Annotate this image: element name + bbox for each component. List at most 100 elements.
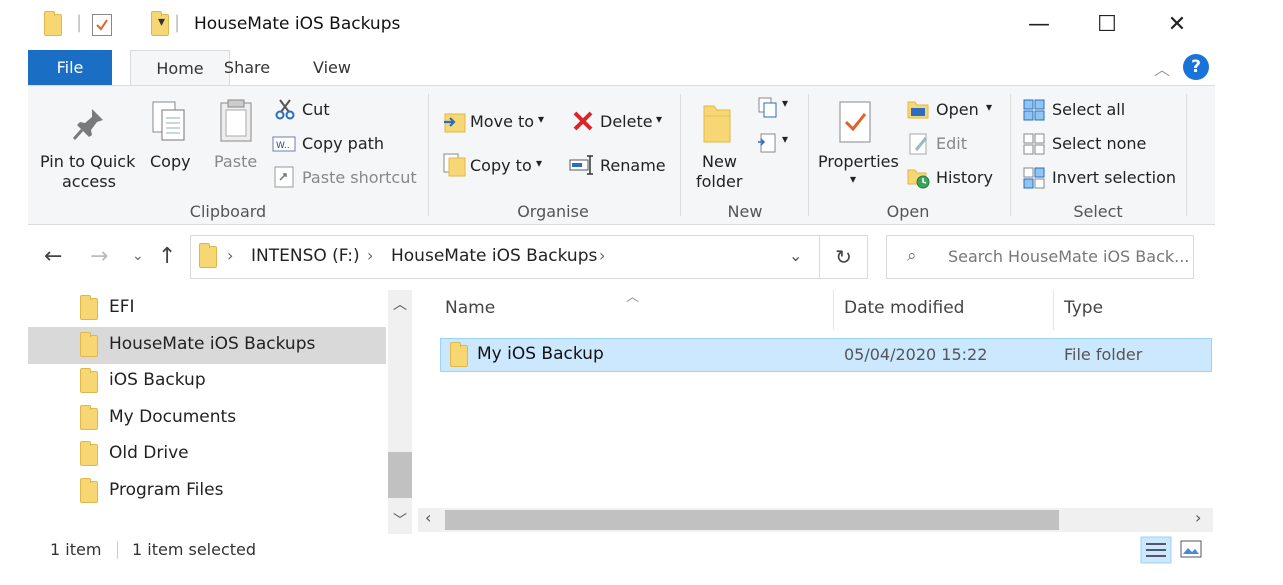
address-history-dropdown-icon[interactable]: ⌄: [789, 246, 802, 265]
nav-item-old-drive[interactable]: Old Drive: [28, 436, 386, 473]
easy-access-icon[interactable]: [756, 132, 780, 156]
copy-to-dropdown-icon[interactable]: ▾: [536, 156, 542, 170]
search-box[interactable]: ⌕ Search HouseMate iOS Back...: [886, 235, 1194, 279]
scroll-down-icon[interactable]: ﹀: [393, 510, 407, 530]
tab-home[interactable]: Home: [130, 50, 230, 86]
file-date-modified: 05/04/2020 15:22: [844, 345, 988, 364]
breadcrumb-drive[interactable]: INTENSO (F:): [251, 246, 360, 266]
tab-share[interactable]: Share: [222, 50, 272, 86]
properties-icon: [839, 101, 871, 143]
copy-icon: [152, 101, 185, 141]
file-type: File folder: [1064, 345, 1143, 364]
details-view-icon[interactable]: [1140, 536, 1172, 564]
column-divider[interactable]: [1053, 290, 1054, 330]
minimize-button[interactable]: —: [1016, 10, 1062, 40]
select-all-button[interactable]: Select all: [1052, 100, 1125, 119]
address-bar[interactable]: › INTENSO (F:) › HouseMate iOS Backups ›…: [190, 235, 820, 279]
nav-item-ios-backup[interactable]: iOS Backup: [28, 363, 386, 400]
new-item-dropdown-icon[interactable]: ▾: [782, 96, 788, 110]
history-icon: [907, 169, 930, 189]
pin-to-quick-access-label: access: [62, 172, 116, 191]
rename-button[interactable]: Rename: [600, 156, 666, 175]
group-divider: [808, 94, 809, 216]
copy-button[interactable]: Copy: [150, 152, 191, 171]
column-header-type[interactable]: Type: [1064, 298, 1103, 318]
edit-button[interactable]: Edit: [936, 134, 967, 153]
history-button[interactable]: History: [936, 168, 993, 187]
collapse-ribbon-icon[interactable]: ︿: [1154, 56, 1170, 80]
breadcrumb-chevron-icon[interactable]: ›: [599, 246, 605, 265]
open-group-label: Open: [886, 202, 930, 221]
nav-item-program-files[interactable]: Program Files: [28, 473, 386, 510]
delete-button[interactable]: Delete: [600, 112, 653, 131]
close-button[interactable]: ✕: [1154, 10, 1200, 40]
column-header-date-modified[interactable]: Date modified: [844, 298, 964, 318]
nav-pane-scroll-thumb[interactable]: [388, 452, 412, 498]
easy-access-dropdown-icon[interactable]: ▾: [782, 132, 788, 146]
file-name: My iOS Backup: [477, 344, 604, 364]
copy-path-button[interactable]: Copy path: [302, 134, 384, 153]
scroll-up-icon[interactable]: ︿: [393, 294, 407, 314]
cut-button[interactable]: Cut: [302, 100, 330, 119]
status-item-count: 1 item: [50, 540, 102, 559]
search-input[interactable]: Search HouseMate iOS Back...: [948, 247, 1189, 266]
maximize-button[interactable]: ☐: [1084, 10, 1130, 40]
paste-button[interactable]: Paste: [214, 152, 257, 171]
scroll-left-icon[interactable]: ‹: [425, 508, 431, 527]
nav-item-label: EFI: [109, 297, 135, 317]
open-dropdown-icon[interactable]: ▾: [986, 100, 992, 114]
breadcrumb-current-folder[interactable]: HouseMate iOS Backups: [391, 246, 597, 266]
folder-icon: [80, 478, 98, 503]
group-divider: [680, 94, 681, 216]
properties-dropdown-icon[interactable]: ▾: [850, 172, 856, 186]
breadcrumb-chevron-icon[interactable]: ›: [367, 246, 373, 265]
select-group-label: Select: [1073, 202, 1123, 221]
move-to-button[interactable]: Move to: [470, 112, 534, 131]
open-icon: [907, 101, 929, 119]
help-icon[interactable]: ?: [1183, 54, 1209, 80]
nav-item-my-documents[interactable]: My Documents: [28, 400, 386, 437]
qat-dropdown-icon[interactable]: ▾: [158, 14, 165, 30]
refresh-button[interactable]: ↻: [820, 235, 868, 279]
move-to-dropdown-icon[interactable]: ▾: [538, 112, 544, 126]
nav-item-label: Old Drive: [109, 443, 189, 463]
tab-view[interactable]: View: [310, 50, 354, 86]
group-divider: [1186, 94, 1187, 216]
recent-locations-icon[interactable]: ⌄: [132, 248, 144, 264]
back-arrow-icon[interactable]: ←: [44, 244, 62, 269]
new-item-icon[interactable]: [756, 96, 780, 120]
table-row[interactable]: My iOS Backup 05/04/2020 15:22 File fold…: [440, 338, 1212, 372]
paste-icon: [220, 99, 252, 142]
nav-item-efi[interactable]: EFI: [28, 290, 386, 327]
delete-dropdown-icon[interactable]: ▾: [656, 112, 662, 126]
copy-to-button[interactable]: Copy to: [470, 156, 532, 175]
folder-icon: [80, 368, 98, 393]
open-button[interactable]: Open: [936, 100, 979, 119]
breadcrumb-chevron-icon[interactable]: ›: [227, 246, 233, 265]
new-folder-button[interactable]: New: [702, 152, 737, 171]
folder-icon: [80, 441, 98, 466]
new-folder-label: folder: [696, 172, 743, 191]
svg-text:W..: W..: [276, 141, 290, 151]
delete-icon: [573, 111, 593, 131]
up-arrow-icon[interactable]: ↑: [158, 244, 176, 269]
move-to-icon: [444, 113, 466, 133]
refresh-icon: ↻: [835, 245, 852, 269]
column-header-name[interactable]: Name: [445, 298, 495, 318]
organise-group-label: Organise: [517, 202, 589, 221]
scroll-right-icon[interactable]: ›: [1195, 508, 1201, 527]
nav-item-housemate-ios-backups[interactable]: HouseMate iOS Backups: [28, 327, 386, 364]
folder-icon: [80, 332, 98, 357]
large-icons-view-icon[interactable]: [1180, 540, 1202, 560]
properties-button[interactable]: Properties: [818, 152, 899, 171]
pin-to-quick-access-button[interactable]: Pin to Quick: [40, 152, 135, 171]
tab-file[interactable]: File: [28, 50, 112, 86]
new-folder-icon: [703, 105, 731, 143]
properties-quick-icon[interactable]: [92, 14, 112, 36]
invert-selection-button[interactable]: Invert selection: [1052, 168, 1176, 187]
paste-shortcut-button[interactable]: Paste shortcut: [302, 168, 417, 187]
select-none-button[interactable]: Select none: [1052, 134, 1146, 153]
forward-arrow-icon[interactable]: →: [90, 244, 108, 269]
file-list-scroll-thumb[interactable]: [445, 510, 1059, 530]
column-divider[interactable]: [833, 290, 834, 330]
